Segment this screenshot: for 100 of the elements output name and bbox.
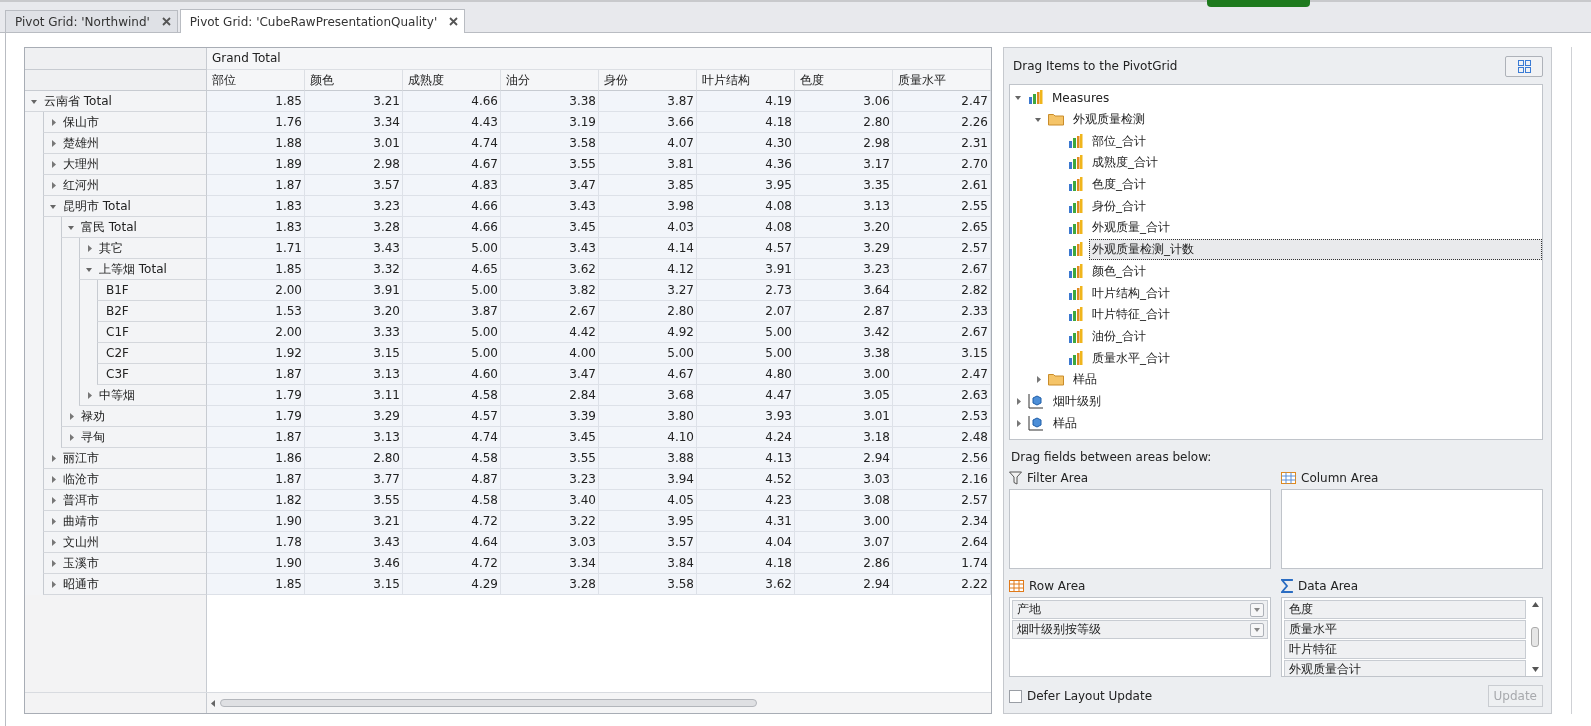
scroll-left-icon[interactable] [211, 699, 216, 707]
caret-down-icon[interactable] [31, 97, 38, 105]
layout-button[interactable] [1505, 55, 1543, 77]
column-header[interactable]: 叶片结构 [697, 70, 795, 91]
row-header[interactable]: B2F [97, 301, 207, 322]
tree-item[interactable]: 成熟度_合计 [1089, 152, 1161, 174]
scroll-down-icon[interactable] [1531, 667, 1539, 672]
tree-item[interactable]: 油份_合计 [1089, 325, 1149, 347]
caret-right-icon[interactable] [50, 580, 57, 588]
caret-right-icon[interactable] [50, 454, 57, 462]
row-header[interactable]: 上等烟 Total [79, 259, 207, 280]
caret-right-icon[interactable] [86, 391, 93, 399]
column-header[interactable]: 颜色 [305, 70, 403, 91]
field-chip[interactable]: 外观质量合计 [1284, 660, 1526, 676]
row-header[interactable]: 中等烟 [79, 385, 207, 406]
field-chip[interactable]: 质量水平 [1284, 620, 1526, 639]
tree-item[interactable]: 色度_合计 [1089, 174, 1149, 196]
row-header[interactable]: 楚雄州 [43, 133, 207, 154]
tree-item[interactable]: 外观质量_合计 [1089, 217, 1173, 239]
caret-right-icon[interactable] [50, 181, 57, 189]
caret-right-icon[interactable] [50, 139, 57, 147]
row-header[interactable]: 大理州 [43, 154, 207, 175]
row-header[interactable]: 寻甸 [61, 427, 207, 448]
tree-item[interactable]: 外观质量检测_计数 [1089, 239, 1542, 261]
tree-item[interactable]: 叶片特征_合计 [1089, 304, 1173, 326]
tree-item[interactable]: 叶片结构_合计 [1089, 282, 1173, 304]
tree-item[interactable]: 身份_合计 [1089, 195, 1149, 217]
row-header[interactable]: 昆明市 Total [43, 196, 207, 217]
caret-right-icon[interactable] [50, 496, 57, 504]
row-header[interactable]: 保山市 [43, 112, 207, 133]
tree-item[interactable]: 外观质量检测 [1070, 109, 1148, 131]
caret-right-icon[interactable] [50, 160, 57, 168]
caret-right-icon[interactable] [68, 412, 75, 420]
column-header[interactable]: 成熟度 [403, 70, 501, 91]
caret-right-icon[interactable] [50, 118, 57, 126]
caret-right-icon[interactable] [1015, 397, 1022, 405]
caret-right-icon[interactable] [68, 433, 75, 441]
row-header[interactable]: 文山州 [43, 532, 207, 553]
tree-item[interactable]: 部位_合计 [1089, 130, 1149, 152]
tab[interactable]: Pivot Grid: 'Northwind' [5, 10, 178, 32]
dropdown-button[interactable] [1250, 622, 1264, 637]
defer-layout-checkbox[interactable]: Defer Layout Update [1009, 689, 1153, 703]
tree-item[interactable]: 烟叶级别 [1050, 390, 1104, 412]
field-chip[interactable]: 烟叶级别按等级 [1012, 620, 1268, 639]
table-cell: 3.80 [599, 406, 697, 427]
caret-right-icon[interactable] [50, 538, 57, 546]
row-header[interactable]: 禄劝 [61, 406, 207, 427]
caret-down-icon[interactable] [50, 202, 57, 210]
column-header[interactable]: 质量水平 [893, 70, 991, 91]
row-header[interactable]: 其它 [79, 238, 207, 259]
row-header[interactable]: 玉溪市 [43, 553, 207, 574]
tree-item[interactable]: 样品 [1050, 412, 1080, 434]
caret-right-icon[interactable] [1035, 376, 1042, 384]
close-icon[interactable] [449, 17, 459, 26]
column-header[interactable]: 部位 [207, 70, 305, 91]
row-header[interactable]: C1F [97, 322, 207, 343]
row-header[interactable]: 临沧市 [43, 469, 207, 490]
horizontal-scrollbar[interactable] [207, 693, 991, 713]
table-cell: 3.38 [501, 91, 599, 112]
row-header[interactable]: 昭通市 [43, 574, 207, 595]
caret-right-icon[interactable] [50, 559, 57, 567]
caret-down-icon[interactable] [68, 223, 75, 231]
column-header[interactable]: 色度 [795, 70, 893, 91]
caret-right-icon[interactable] [50, 475, 57, 483]
scroll-thumb[interactable] [220, 699, 757, 707]
tree-item[interactable]: 样品 [1070, 369, 1100, 391]
row-header[interactable]: 曲靖市 [43, 511, 207, 532]
tree-item[interactable]: 颜色_合计 [1089, 260, 1149, 282]
field-chip[interactable]: 产地 [1012, 600, 1268, 619]
caret-right-icon[interactable] [86, 244, 93, 252]
row-header[interactable]: 富民 Total [61, 217, 207, 238]
column-header[interactable]: 油分 [501, 70, 599, 91]
scroll-thumb[interactable] [1531, 627, 1539, 647]
row-header[interactable]: 红河州 [43, 175, 207, 196]
caret-right-icon[interactable] [1015, 419, 1022, 427]
drop-area[interactable]: 产地 烟叶级别按等级 [1009, 597, 1271, 677]
dropdown-button[interactable] [1250, 602, 1264, 617]
drop-area[interactable]: 色度 质量水平 叶片特征 外观质量合计 [1281, 597, 1543, 677]
row-header[interactable]: C3F [97, 364, 207, 385]
caret-down-icon[interactable] [1015, 94, 1022, 102]
caret-down-icon[interactable] [1035, 116, 1042, 124]
caret-down-icon[interactable] [86, 265, 93, 273]
caret-right-icon[interactable] [50, 517, 57, 525]
close-icon[interactable] [161, 17, 171, 26]
table-cell: 5.00 [403, 280, 501, 301]
tree-item[interactable]: Measures [1049, 88, 1113, 107]
field-chip[interactable]: 叶片特征 [1284, 640, 1526, 659]
row-header[interactable]: 普洱市 [43, 490, 207, 511]
table-cell: 4.72 [403, 553, 501, 574]
column-header[interactable]: 身份 [599, 70, 697, 91]
row-header[interactable]: B1F [97, 280, 207, 301]
scroll-up-icon[interactable] [1531, 602, 1539, 607]
table-cell: 3.58 [599, 574, 697, 595]
tab[interactable]: Pivot Grid: 'CubeRawPresentationQuality' [179, 9, 466, 33]
row-header[interactable]: C2F [97, 343, 207, 364]
tree-item[interactable]: 质量水平_合计 [1089, 347, 1173, 369]
table-cell: 1.85 [207, 259, 305, 280]
field-chip[interactable]: 色度 [1284, 600, 1526, 619]
row-header[interactable]: 云南省 Total [25, 91, 207, 112]
row-header[interactable]: 丽江市 [43, 448, 207, 469]
